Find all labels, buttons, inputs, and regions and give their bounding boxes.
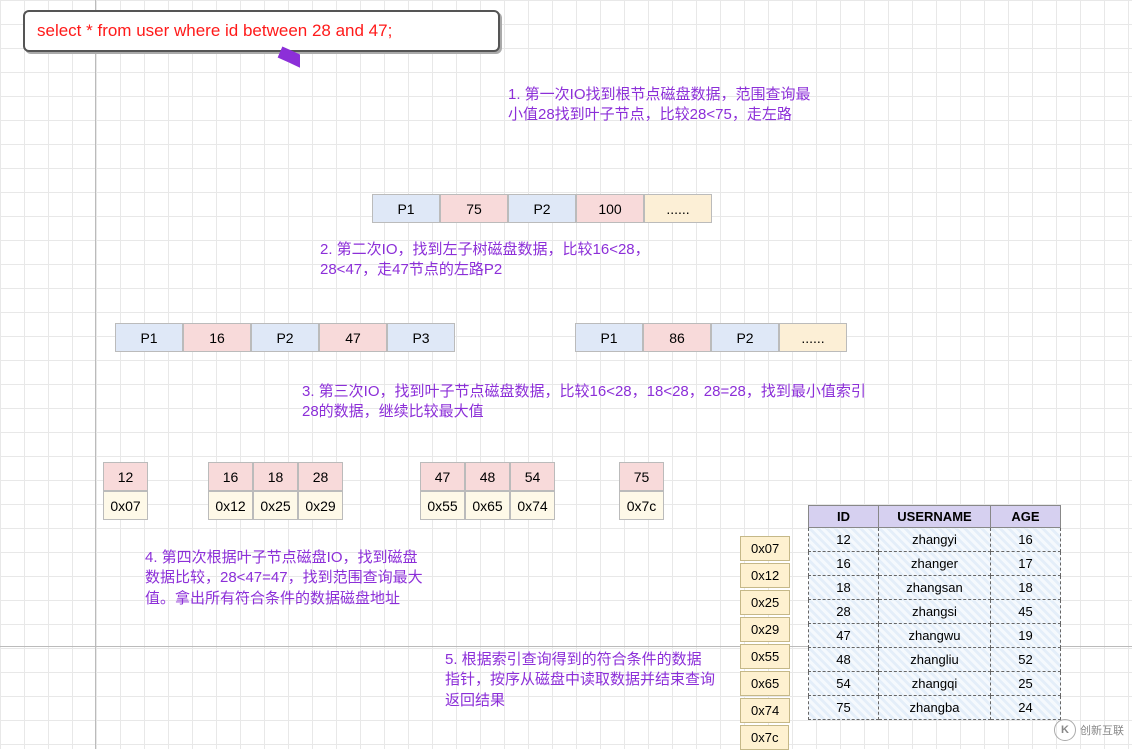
ptr: 0x74: [740, 698, 790, 723]
ptr: 0x12: [740, 563, 790, 588]
ptr: 0x07: [740, 536, 790, 561]
step-4: 4. 第四次根据叶子节点磁盘IO，找到磁盘数据比较，28<47=47，找到范围查…: [145, 548, 430, 609]
ptr: 0x65: [740, 671, 790, 696]
watermark: K创新互联: [1054, 719, 1124, 741]
leaf-4: 75 0x7c: [619, 462, 664, 520]
leaf-1: 12 0x07: [103, 462, 148, 520]
step-5: 5. 根据索引查询得到的符合条件的数据指针，按序从磁盘中读取数据并结束查询返回结…: [445, 650, 715, 711]
ptr: 0x29: [740, 617, 790, 642]
step-1: 1. 第一次IO找到根节点磁盘数据，范围查询最小值28找到叶子节点，比较28<7…: [508, 85, 813, 126]
ptr: 0x7c: [740, 725, 789, 750]
sql-statement: select * from user where id between 28 a…: [23, 10, 500, 52]
level2-right: P186P2......: [575, 323, 847, 352]
ptr: 0x25: [740, 590, 790, 615]
leaf-2: 161828 0x120x250x29: [208, 462, 343, 520]
vline: [95, 0, 96, 749]
step-3: 3. 第三次IO，找到叶子节点磁盘数据，比较16<28，18<28，28=28，…: [302, 382, 882, 423]
level2-left: P116P247P3: [115, 323, 455, 352]
leaf-3: 474854 0x550x650x74: [420, 462, 555, 520]
root-node: P175P2100......: [372, 194, 712, 223]
data-table: IDUSERNAMEAGE 12zhangyi1616zhanger1718zh…: [808, 505, 1061, 720]
step-2: 2. 第二次IO，找到左子树磁盘数据，比较16<28，28<47，走47节点的左…: [320, 240, 680, 281]
ptr: 0x55: [740, 644, 790, 669]
